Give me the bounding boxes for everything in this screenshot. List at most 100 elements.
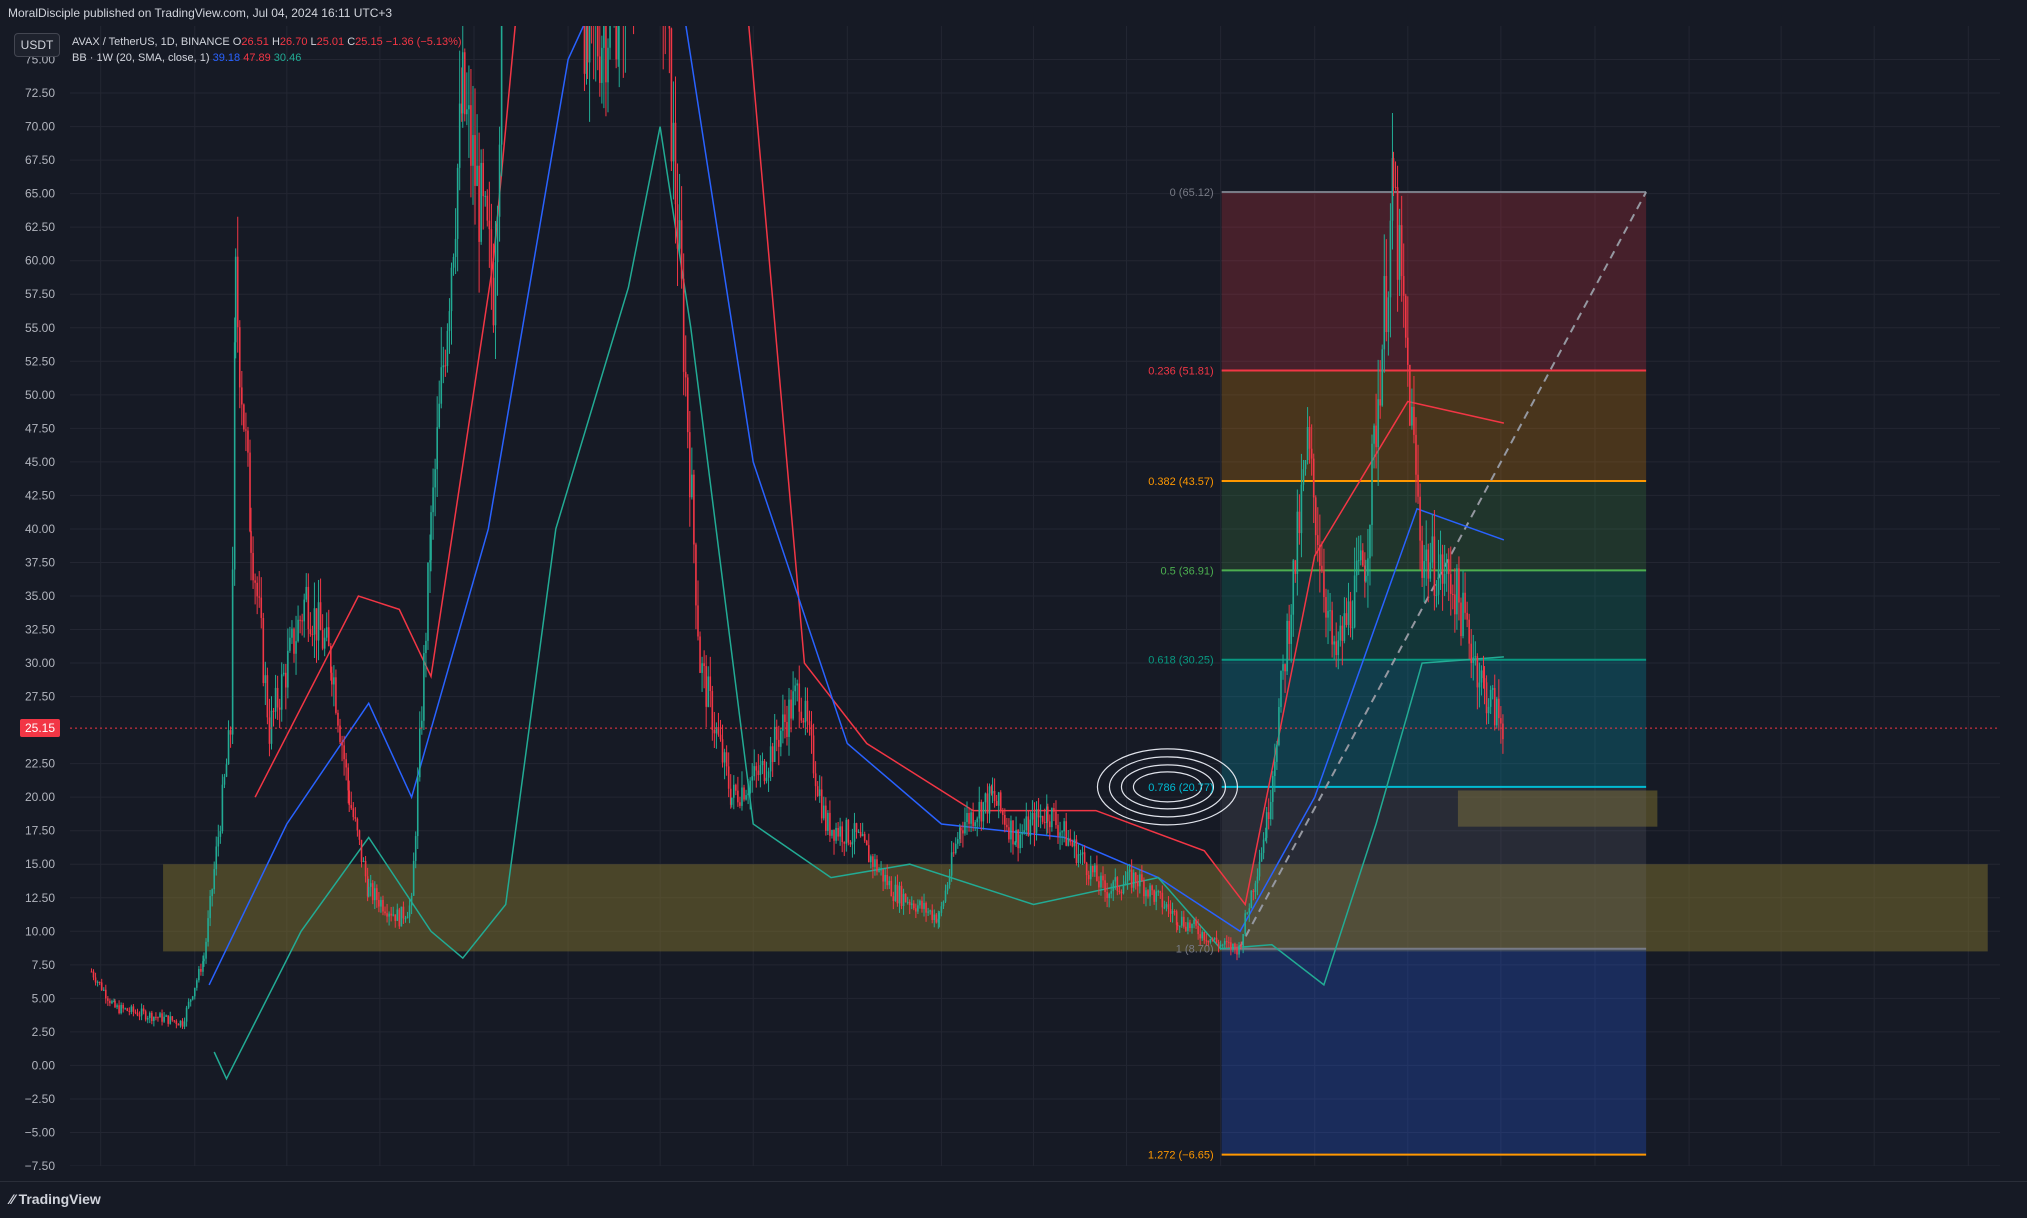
candle-body	[699, 636, 701, 673]
candle-body	[782, 714, 784, 731]
candle-body	[181, 1020, 184, 1027]
candle-body	[1258, 861, 1261, 877]
candle-body	[1500, 718, 1502, 724]
candle-body	[788, 699, 790, 737]
candle-body	[1431, 536, 1434, 563]
candle-body	[484, 195, 487, 197]
candle-body	[223, 776, 226, 785]
candle-body	[882, 869, 884, 882]
candle-body	[1250, 890, 1253, 909]
candle-body	[486, 195, 489, 221]
fib-level-label: 0.618 (30.25)	[1148, 655, 1213, 667]
candle-body	[280, 674, 283, 710]
candle-body	[765, 777, 768, 782]
candle-body	[1327, 610, 1329, 618]
candle-body	[427, 562, 429, 641]
candle-body	[747, 793, 749, 796]
candle-body	[1124, 881, 1127, 886]
candle-body	[995, 801, 998, 806]
candle-body	[1134, 872, 1137, 882]
candle-body	[1349, 601, 1352, 628]
candle-body	[187, 1001, 190, 1008]
candle-body	[1012, 820, 1014, 845]
y-tick-label: 5.00	[32, 991, 56, 1005]
candle-body	[102, 989, 105, 991]
fib-level-label: 1 (8.70)	[1176, 944, 1214, 956]
candle-body	[1151, 885, 1153, 891]
candle-body	[749, 780, 751, 794]
candle-body	[780, 730, 782, 747]
candle-body	[601, 47, 603, 83]
candle-body	[1195, 920, 1197, 926]
candle-body	[388, 913, 390, 917]
candle-body	[270, 710, 273, 744]
candle-body	[233, 342, 236, 570]
candle-body	[1394, 186, 1397, 188]
candle-body	[1240, 945, 1242, 947]
candle-body	[849, 842, 852, 845]
candle-body	[703, 663, 705, 667]
candle-body	[1429, 562, 1432, 579]
candle-body	[605, 26, 607, 83]
candle-body	[96, 981, 99, 983]
candle-body	[142, 1008, 145, 1012]
candle-body	[442, 365, 445, 368]
chart-area[interactable]: 75.00 72.50 70.00 67.50 65.00 62.50 60.00 57.50…	[0, 26, 2027, 1181]
candle-body	[360, 839, 363, 862]
candle-body	[371, 883, 374, 901]
bb-basis-value: 39.18	[212, 52, 241, 64]
candle-body	[1491, 687, 1494, 690]
y-tick-label: 7.50	[32, 958, 56, 972]
candle-body	[1207, 940, 1210, 943]
candle-body	[92, 971, 95, 978]
candle-body	[446, 330, 449, 366]
candle-body	[812, 735, 815, 774]
candle-body	[1230, 942, 1232, 950]
candle-body	[492, 277, 495, 326]
candle-body	[252, 552, 254, 581]
currency-button[interactable]: USDT	[14, 33, 60, 57]
candle-body	[1495, 698, 1498, 726]
candle-body	[847, 819, 850, 843]
candle-body	[923, 902, 925, 909]
candle-body	[1225, 941, 1228, 943]
price-chart[interactable]: 75.0072.5070.0067.5065.0062.5060.0057.50…	[0, 26, 2027, 1181]
candle-body	[1385, 276, 1388, 333]
candle-body	[198, 968, 200, 981]
candle-body	[1367, 558, 1369, 576]
candle-body	[972, 812, 974, 827]
candle-body	[993, 791, 996, 802]
brand-name: TradingView	[18, 1191, 101, 1207]
candle-body	[151, 1012, 153, 1022]
candle-body	[1071, 842, 1074, 847]
candle-body	[153, 1016, 155, 1022]
candle-body	[1369, 524, 1371, 559]
candle-body	[717, 727, 720, 735]
candle-body	[1136, 881, 1139, 887]
candle-body	[802, 720, 805, 723]
candle-body	[935, 914, 938, 923]
open-value: 26.51	[241, 36, 269, 48]
candle-body	[1089, 865, 1092, 880]
candle-body	[398, 909, 401, 927]
close-value: 25.15	[355, 36, 383, 48]
candle-body	[350, 805, 353, 809]
candle-body	[997, 792, 1000, 806]
candle-body	[305, 586, 308, 600]
candle-body	[321, 629, 324, 649]
candle-body	[857, 831, 860, 833]
candle-body	[954, 843, 957, 854]
candle-body	[1010, 820, 1012, 840]
candle-body	[1345, 613, 1348, 625]
candle-body	[1310, 448, 1313, 459]
candle-body	[406, 916, 409, 919]
candle-body	[982, 802, 985, 822]
candle-body	[490, 229, 493, 278]
candle-body	[163, 1016, 165, 1022]
tv-icon: ⁄⁄	[10, 1191, 15, 1207]
y-tick-label: 45.00	[25, 455, 55, 469]
candle-body	[974, 822, 976, 827]
candle-body	[317, 602, 320, 641]
candle-body	[855, 823, 858, 833]
candle-body	[986, 793, 989, 814]
